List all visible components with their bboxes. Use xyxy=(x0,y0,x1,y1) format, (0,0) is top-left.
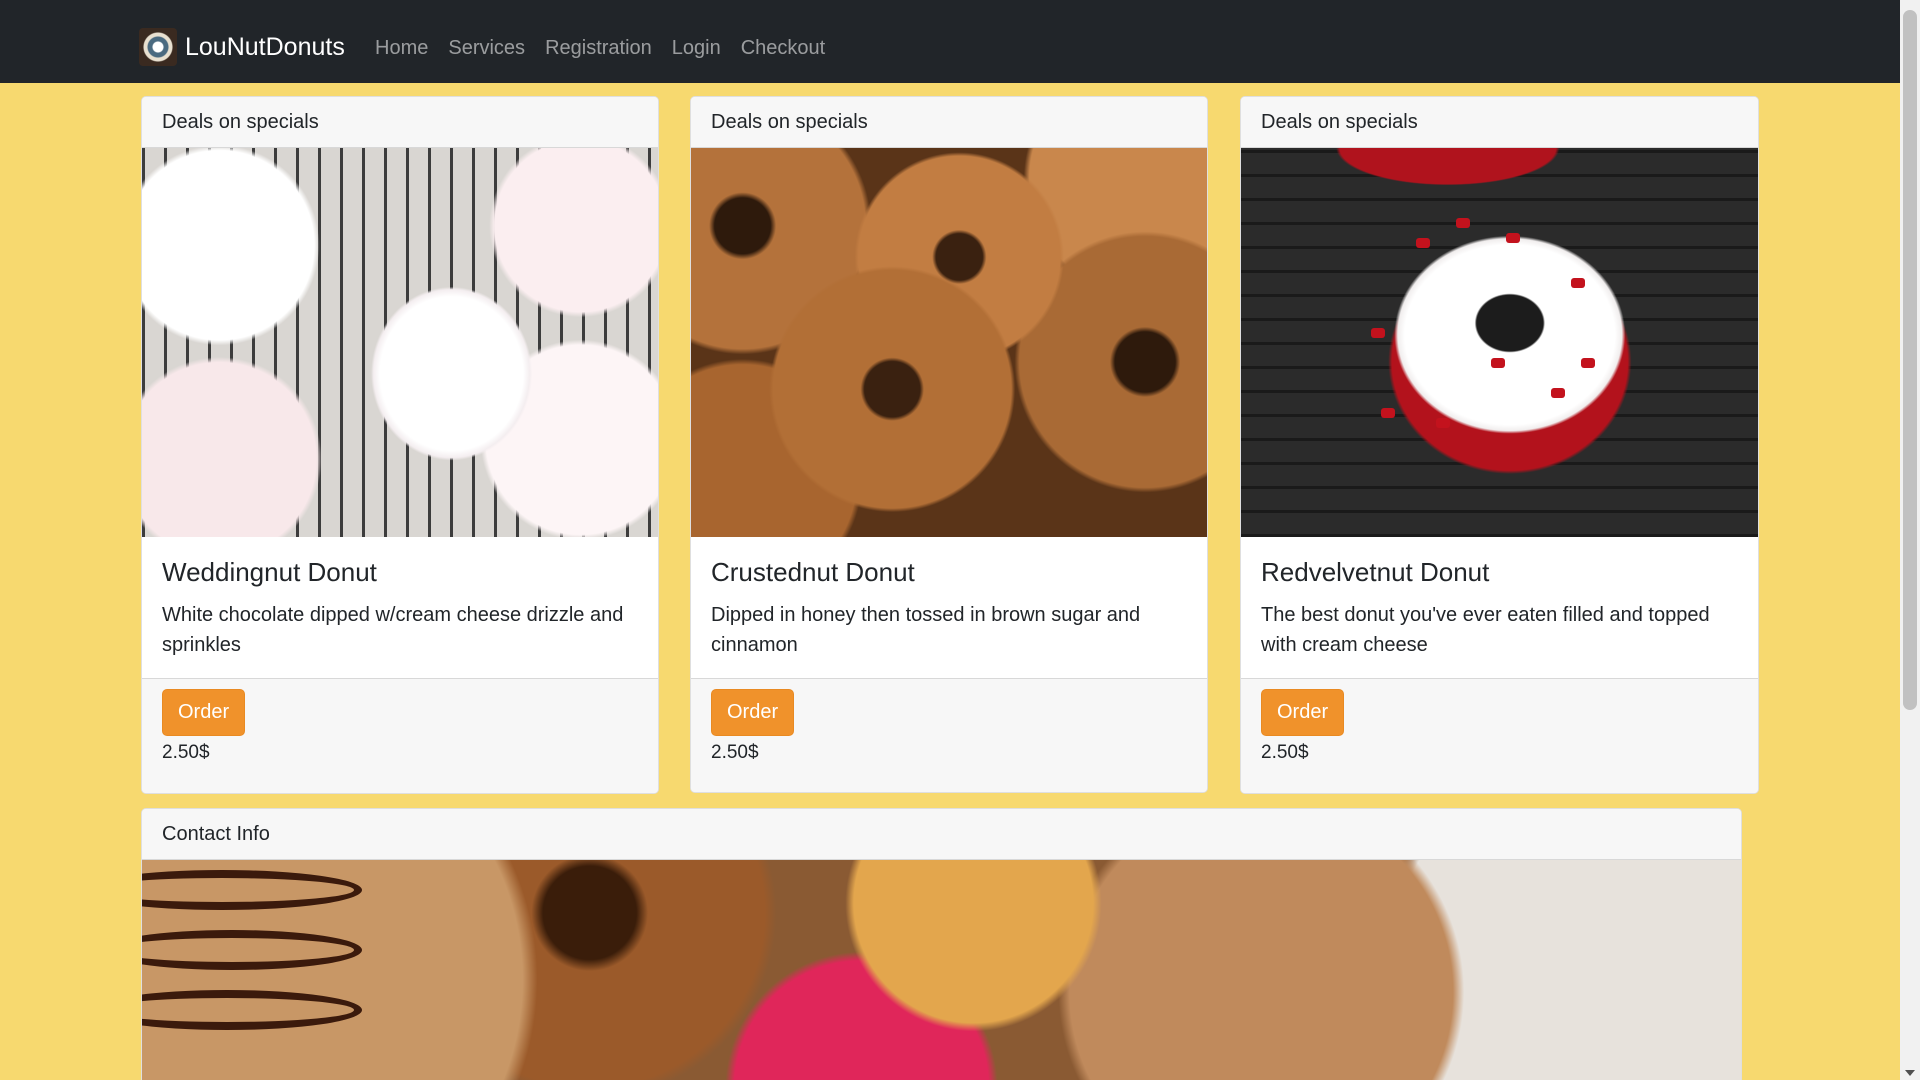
donut-logo-icon xyxy=(139,28,177,66)
redvelvetnut-donut-image xyxy=(1241,148,1758,537)
card-title: Crustednut Donut xyxy=(711,557,915,587)
special-card-crustednut: Deals on specials Crustednut Donut Dippe… xyxy=(690,96,1208,793)
nav-link-services[interactable]: Services xyxy=(448,37,525,60)
order-button[interactable]: Order xyxy=(1261,689,1345,736)
card-header: Deals on specials xyxy=(691,97,1207,148)
assorted-donuts-image xyxy=(142,860,1741,1080)
brand-name: LouNutDonuts xyxy=(185,32,345,61)
card-title: Redvelvetnut Donut xyxy=(1261,557,1490,587)
top-navbar: LouNutDonuts Home Services Registration … xyxy=(0,0,1900,83)
nav-link-login[interactable]: Login xyxy=(672,37,721,60)
nav-link-home[interactable]: Home xyxy=(375,37,428,60)
card-description: Dipped in honey then tossed in brown sug… xyxy=(711,604,1141,656)
price: 2.50$ xyxy=(1261,742,1309,763)
card-header: Deals on specials xyxy=(1241,97,1758,148)
card-description: White chocolate dipped w/cream cheese dr… xyxy=(162,604,624,656)
scroll-down-arrow-icon[interactable] xyxy=(1905,1070,1915,1076)
card-footer: Order 2.50$ xyxy=(142,678,658,793)
order-button[interactable]: Order xyxy=(711,689,795,736)
weddingnut-donut-image xyxy=(142,148,658,537)
card-header: Contact Info xyxy=(142,809,1741,860)
price: 2.50$ xyxy=(711,742,759,763)
card-title: Weddingnut Donut xyxy=(162,557,377,587)
price: 2.50$ xyxy=(162,742,210,763)
card-body: Weddingnut Donut White chocolate dipped … xyxy=(142,537,658,678)
card-body: Crustednut Donut Dipped in honey then to… xyxy=(691,537,1207,678)
card-body: Redvelvetnut Donut The best donut you've… xyxy=(1241,537,1758,678)
card-header: Deals on specials xyxy=(142,97,658,148)
nav-link-checkout[interactable]: Checkout xyxy=(741,37,826,60)
special-card-redvelvetnut: Deals on specials Redvelvetnut Donut The… xyxy=(1240,96,1759,794)
contact-info-card: Contact Info xyxy=(141,808,1742,1080)
card-footer: Order 2.50$ xyxy=(1241,678,1758,793)
nav-link-registration[interactable]: Registration xyxy=(545,37,652,60)
card-footer: Order 2.50$ xyxy=(691,678,1207,792)
special-card-weddingnut: Deals on specials Weddingnut Donut White… xyxy=(141,96,659,794)
scrollbar-thumb[interactable] xyxy=(1903,10,1917,710)
card-description: The best donut you've ever eaten filled … xyxy=(1261,604,1710,656)
crustednut-donut-image xyxy=(691,148,1207,537)
nav-links: Home Services Registration Login Checkou… xyxy=(375,37,845,60)
brand-link[interactable]: LouNutDonuts xyxy=(139,28,345,66)
vertical-scrollbar[interactable] xyxy=(1900,0,1920,1080)
order-button[interactable]: Order xyxy=(162,689,246,736)
